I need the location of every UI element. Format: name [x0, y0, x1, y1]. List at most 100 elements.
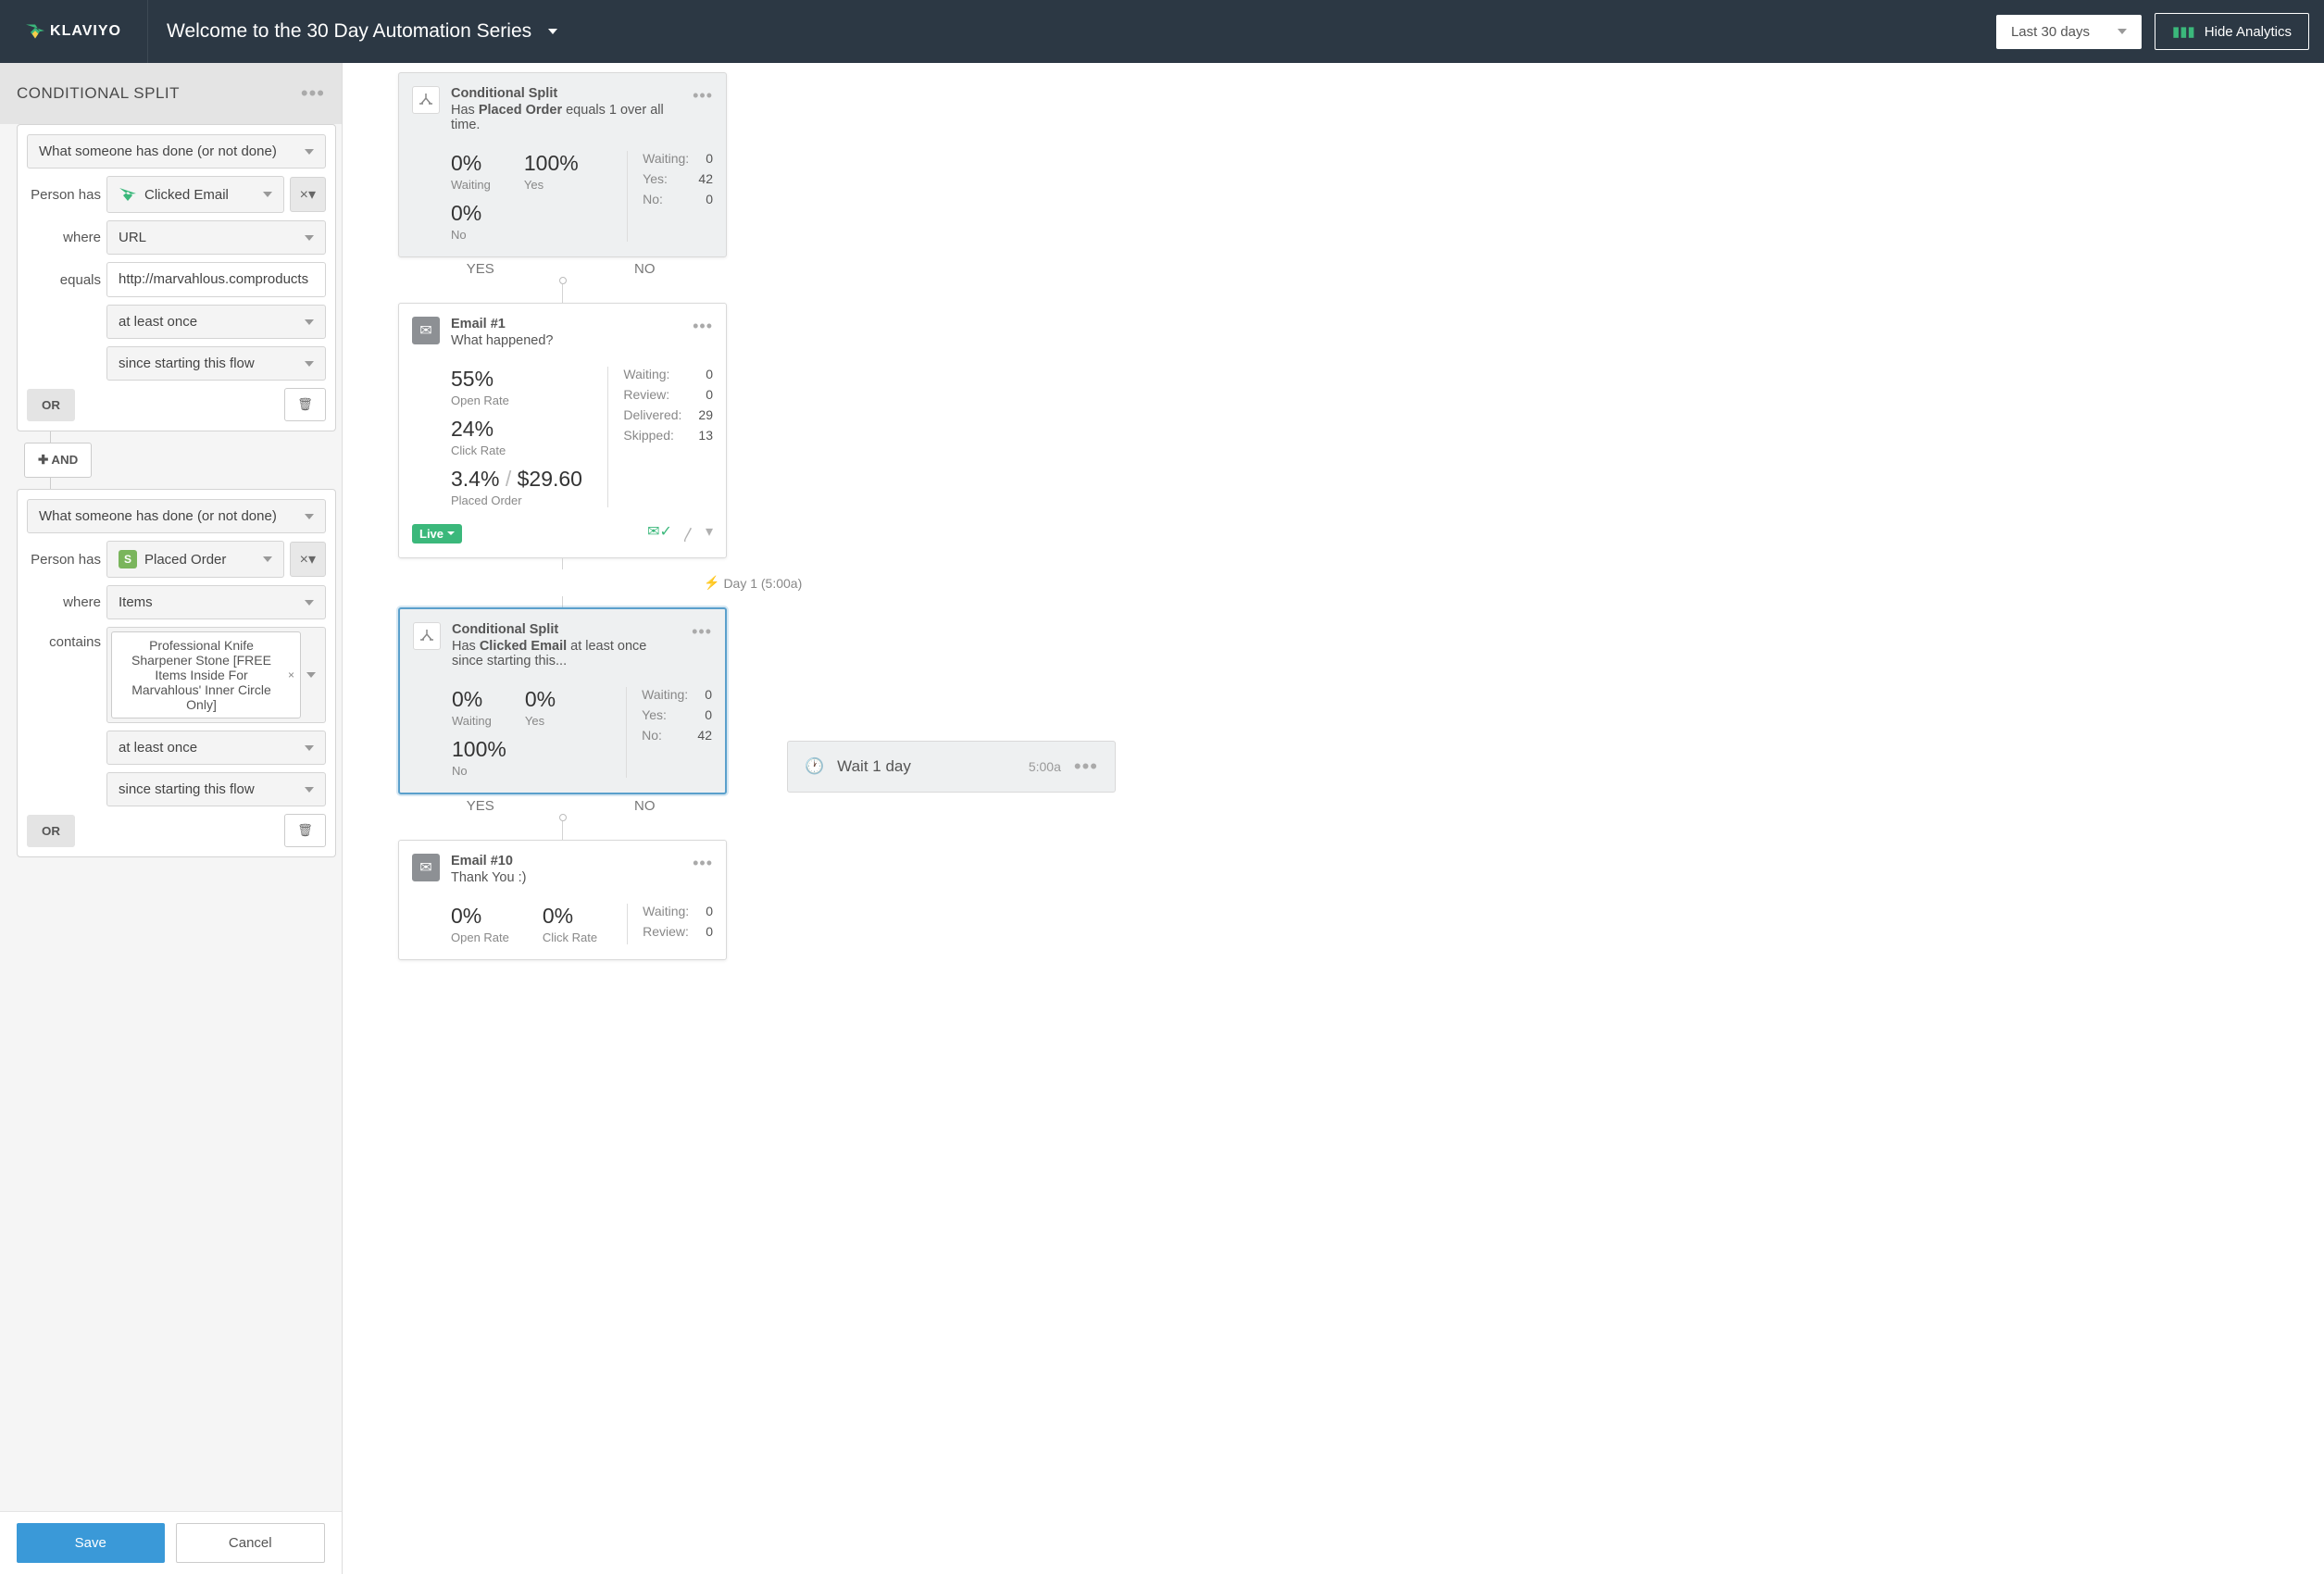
bar-chart-icon: ▮▮▮	[2172, 23, 2195, 40]
trigger-type-select[interactable]: What someone has done (or not done)	[27, 499, 326, 533]
chevron-down-icon	[263, 556, 272, 562]
chevron-down-icon	[305, 514, 314, 519]
chevron-down-icon	[305, 600, 314, 606]
chevron-down-icon	[548, 29, 557, 34]
card-title: Email #1	[451, 317, 681, 331]
email-check-icon[interactable]: ✉✓	[647, 522, 672, 544]
contains-tag[interactable]: Professional Knife Sharpener Stone [FREE…	[111, 631, 301, 718]
email-card-1[interactable]: ✉ Email #1 What happened? ••• 55%Open Ra…	[398, 303, 727, 558]
trigger-type-value: What someone has done (or not done)	[39, 144, 277, 159]
brand-logo[interactable]: KLAVIYO	[0, 0, 148, 63]
shopify-icon: S	[119, 550, 137, 568]
delete-condition-button[interactable]: 🗑	[284, 814, 326, 847]
clear-filter-button[interactable]: ×▾	[290, 177, 326, 212]
email-icon: ✉	[412, 854, 440, 881]
split-icon	[413, 622, 441, 650]
trigger-type-select[interactable]: What someone has done (or not done)	[27, 134, 326, 169]
card-title: Conditional Split	[452, 622, 681, 637]
date-range-label: Last 30 days	[2011, 24, 2090, 40]
chevron-down-icon	[305, 787, 314, 793]
equals-value-input[interactable]	[106, 262, 326, 297]
card-title: Email #10	[451, 854, 681, 868]
panel-menu-icon[interactable]: •••	[301, 81, 325, 106]
hide-analytics-button[interactable]: ▮▮▮ Hide Analytics	[2155, 13, 2309, 50]
wait-card[interactable]: 🕐 Wait 1 day 5:00a •••	[787, 741, 1116, 793]
date-range-select[interactable]: Last 30 days	[1996, 15, 2142, 49]
flow-canvas[interactable]: Conditional Split Has Placed Order equal…	[343, 63, 2324, 1574]
chevron-down-icon	[305, 235, 314, 241]
filter-icon[interactable]: ▾	[706, 522, 713, 544]
frequency-select[interactable]: at least once	[106, 731, 326, 765]
card-menu-icon[interactable]: •••	[693, 86, 713, 106]
filter-icon: ×▾	[300, 187, 316, 203]
condition-group-2: What someone has done (or not done) Pers…	[17, 489, 336, 857]
yes-label: YES	[398, 261, 563, 277]
lightning-icon: ⚡	[704, 575, 719, 591]
yes-label: YES	[398, 798, 563, 814]
card-menu-icon[interactable]: •••	[693, 317, 713, 336]
wait-time: 5:00a	[1029, 759, 1061, 774]
contains-label: contains	[27, 627, 101, 650]
chevron-down-icon	[305, 361, 314, 367]
card-title: Conditional Split	[451, 86, 681, 101]
card-stats: Waiting:0 Review:0 Delivered:29 Skipped:…	[607, 367, 713, 507]
where-value: Items	[119, 594, 153, 610]
card-menu-icon[interactable]: •••	[693, 854, 713, 873]
conditions-scroll[interactable]: What someone has done (or not done) Pers…	[0, 124, 342, 1511]
timeframe-value: since starting this flow	[119, 356, 255, 371]
and-button[interactable]: ✚ AND	[24, 443, 92, 478]
or-button[interactable]: OR	[27, 389, 75, 421]
contains-tag-text: Professional Knife Sharpener Stone [FREE…	[131, 638, 271, 712]
or-button[interactable]: OR	[27, 815, 75, 847]
event-select[interactable]: S Placed Order	[106, 541, 284, 578]
chevron-down-icon	[305, 745, 314, 751]
live-badge[interactable]: Live	[412, 524, 462, 543]
save-button[interactable]: Save	[17, 1523, 165, 1563]
card-menu-icon[interactable]: •••	[692, 622, 712, 642]
chevron-down-icon	[2118, 29, 2127, 34]
card-menu-icon[interactable]: •••	[1074, 755, 1098, 779]
trash-icon: 🗑	[297, 397, 313, 411]
card-subtitle: What happened?	[451, 333, 681, 348]
wait-label: Wait 1 day	[837, 757, 1016, 776]
chevron-down-icon	[305, 149, 314, 155]
timeframe-select[interactable]: since starting this flow	[106, 346, 326, 381]
person-has-label: Person has	[27, 187, 101, 203]
remove-tag-icon[interactable]: ×	[288, 668, 294, 681]
equals-value-text[interactable]	[119, 271, 314, 287]
no-label: NO	[563, 798, 728, 814]
day-separator: ⚡Day 1 (5:00a)	[704, 575, 2324, 591]
timeframe-value: since starting this flow	[119, 781, 255, 797]
email-card-10[interactable]: ✉ Email #10 Thank You :) ••• 0%Open Rate…	[398, 840, 727, 960]
card-stats: Waiting:0 Yes:42 No:0	[627, 151, 713, 242]
conditional-split-card-2[interactable]: Conditional Split Has Clicked Email at l…	[398, 607, 727, 794]
panel-header: CONDITIONAL SPLIT •••	[0, 63, 342, 124]
where-field-select[interactable]: Items	[106, 585, 326, 619]
frequency-select[interactable]: at least once	[106, 305, 326, 339]
no-label: NO	[563, 261, 728, 277]
chevron-down-icon	[305, 319, 314, 325]
flow-title: Welcome to the 30 Day Automation Series	[167, 20, 531, 43]
conditional-split-card-1[interactable]: Conditional Split Has Placed Order equal…	[398, 72, 727, 257]
clear-filter-button[interactable]: ×▾	[290, 542, 326, 577]
cancel-button[interactable]: Cancel	[176, 1523, 326, 1563]
email-icon: ✉	[412, 317, 440, 344]
contains-value-select[interactable]: Professional Knife Sharpener Stone [FREE…	[106, 627, 326, 723]
where-label: where	[27, 594, 101, 610]
panel-footer: Save Cancel	[0, 1511, 342, 1574]
event-value: Placed Order	[144, 552, 226, 568]
chevron-down-icon	[263, 192, 272, 197]
hide-analytics-label: Hide Analytics	[2205, 24, 2292, 40]
frequency-value: at least once	[119, 740, 197, 756]
conditional-split-panel: CONDITIONAL SPLIT ••• What someone has d…	[0, 63, 343, 1574]
where-field-select[interactable]: URL	[106, 220, 326, 255]
delete-condition-button[interactable]: 🗑	[284, 388, 326, 421]
timeframe-select[interactable]: since starting this flow	[106, 772, 326, 806]
equals-label: equals	[27, 272, 101, 288]
card-stats: Waiting:0 Review:0	[627, 904, 713, 944]
person-has-label: Person has	[27, 552, 101, 568]
card-footer-icons: ✉✓ 〳 ▾	[647, 522, 713, 544]
trend-icon[interactable]: 〳	[681, 522, 696, 544]
flow-title-dropdown[interactable]: Welcome to the 30 Day Automation Series	[148, 20, 1996, 43]
event-select[interactable]: Clicked Email	[106, 176, 284, 213]
